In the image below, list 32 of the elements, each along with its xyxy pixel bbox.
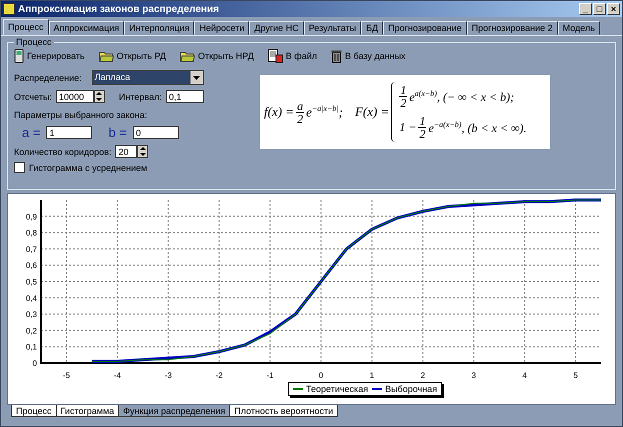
axis-tick-label: 0,6 (26, 261, 37, 270)
axis-tick-label: 0,2 (26, 326, 37, 336)
field-label: Количество коридоров: (14, 146, 112, 156)
axis-tick-label: 1 (370, 371, 374, 380)
legend-label: Теоретическая (306, 384, 368, 394)
axis-tick-label: -1 (266, 371, 274, 380)
axis-tick-label: 0,9 (26, 212, 37, 222)
axis-tick-label: 5 (573, 371, 578, 380)
axis-tick-label: 0,7 (26, 244, 37, 254)
axis-tick-label: 0,8 (26, 228, 37, 238)
parameter-label: b = (108, 125, 127, 140)
axis-tick-label: 0,3 (26, 310, 37, 320)
axis-tick-label: 3 (472, 371, 476, 380)
axis-tick-label: 0,5 (26, 278, 37, 286)
axis-tick-label: 0,4 (26, 294, 37, 303)
field-label: Интервал: (118, 92, 162, 102)
axis-tick-label: -3 (164, 371, 172, 380)
window-title: Аппроксимация законов распределения (18, 4, 220, 14)
axis-tick-label: 0 (318, 371, 324, 380)
parameter-label: a = (22, 125, 40, 140)
field-label: Распределение: (14, 72, 82, 82)
axis-tick-label: 0 (32, 359, 37, 368)
axis-tick-label: -4 (114, 371, 121, 380)
legend-label: Выборочная (385, 384, 438, 394)
axis-tick-label: 4 (522, 371, 527, 380)
axis-tick-label: -2 (216, 371, 223, 380)
group-title: Процесс (14, 37, 54, 47)
axis-tick-label: -5 (62, 371, 70, 380)
section-label: Параметры выбранного закона: (14, 110, 148, 120)
axis-tick-label: 0,1 (26, 342, 37, 352)
axis-tick-label: 2 (420, 371, 426, 380)
field-label: Отсчеты: (14, 92, 52, 102)
